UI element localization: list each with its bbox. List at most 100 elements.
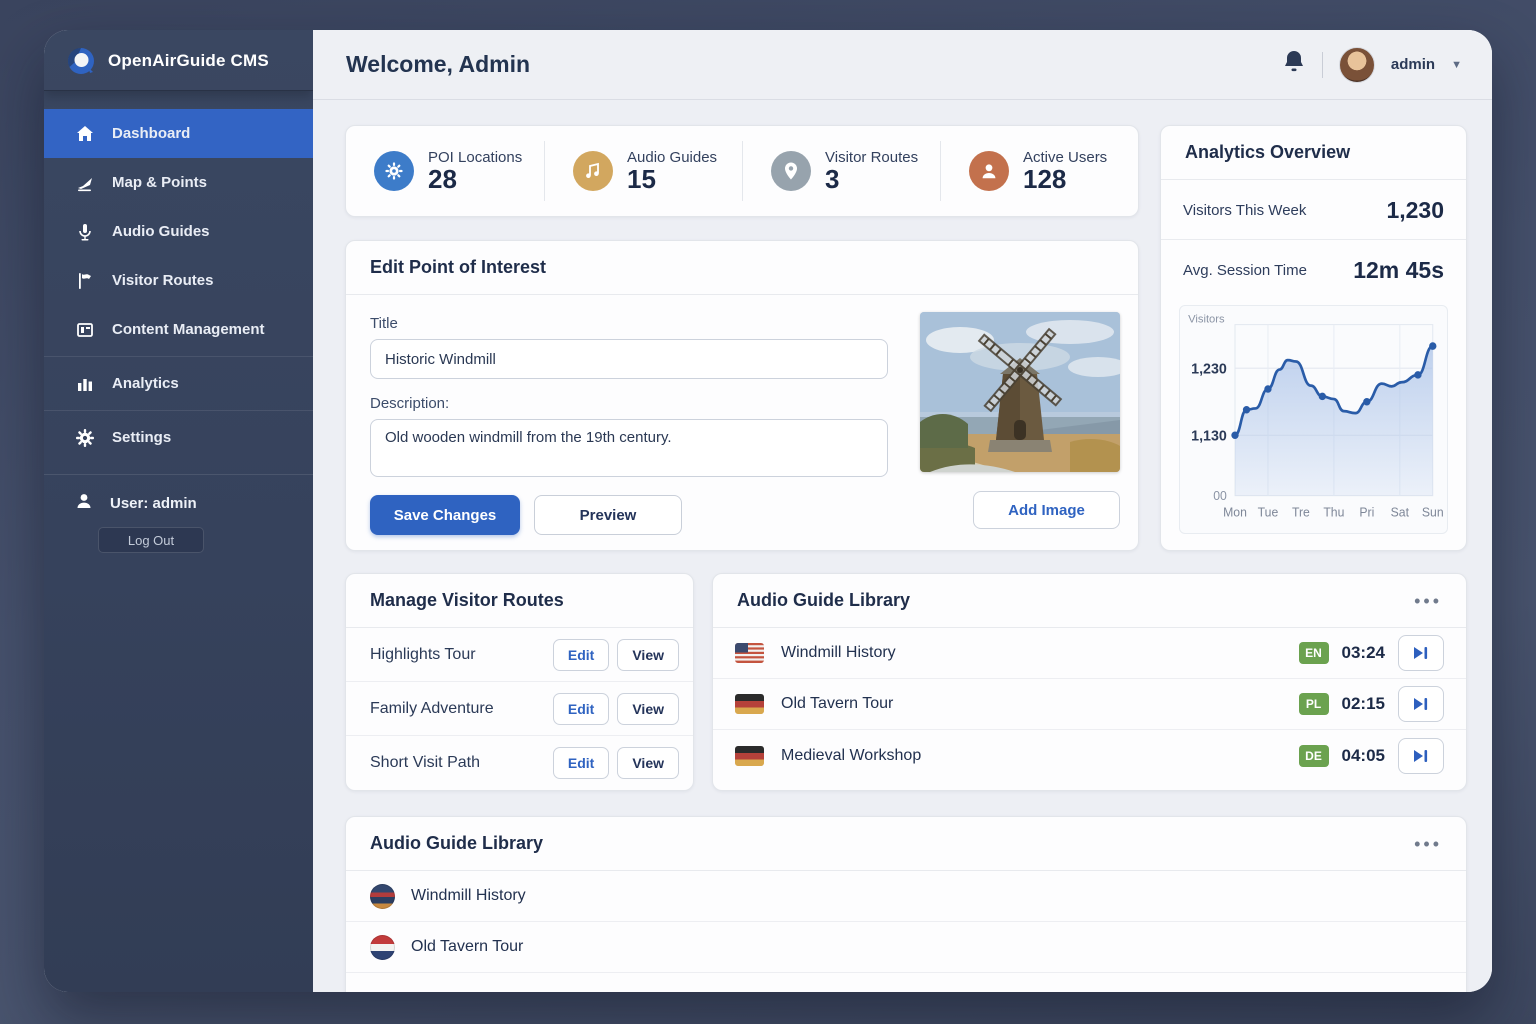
- app-window: OpenAirGuide CMS Dashboard Map & Points …: [44, 30, 1492, 992]
- chevron-down-icon[interactable]: ▼: [1451, 59, 1462, 71]
- user-icon: [969, 151, 1009, 191]
- view-button[interactable]: View: [617, 639, 679, 671]
- user-label: User: admin: [110, 495, 197, 512]
- sidebar-user-section: User: admin Log Out: [44, 474, 313, 553]
- sidebar-nav: Dashboard Map & Points Audio Guides Visi…: [44, 109, 313, 462]
- ellipsis-menu-icon[interactable]: •••: [1414, 839, 1442, 849]
- route-row: Short Visit Path Edit View: [346, 736, 693, 790]
- brand-name: OpenAirGuide CMS: [108, 51, 269, 71]
- sidebar-item-settings[interactable]: Settings: [44, 413, 313, 462]
- svg-text:Tre: Tre: [1292, 505, 1310, 519]
- metric-session-time: Avg. Session Time 12m 45s: [1161, 239, 1466, 299]
- visitors-chart: Visitors1,2301,13000MonTueTreThuPriSatSu…: [1179, 305, 1448, 534]
- sidebar-item-dashboard[interactable]: Dashboard: [44, 109, 313, 158]
- add-image-button[interactable]: Add Image: [973, 491, 1120, 529]
- bar-chart-icon: [74, 373, 96, 395]
- sidebar-item-label: Settings: [112, 429, 171, 446]
- nav-separator: [44, 410, 313, 411]
- user-icon: [74, 491, 94, 515]
- audio-library-bottom-panel: Audio Guide Library ••• Windmill History…: [345, 816, 1467, 992]
- divider: [1322, 52, 1323, 78]
- svg-text:Visitors: Visitors: [1188, 313, 1225, 325]
- home-icon: [74, 123, 96, 145]
- metric-label: Avg. Session Time: [1183, 262, 1307, 279]
- flag-route-icon: [74, 270, 96, 292]
- stat-visitor-routes: Visitor Routes 3: [742, 141, 940, 201]
- route-row: Family Adventure Edit View: [346, 682, 693, 736]
- route-name: Short Visit Path: [370, 754, 480, 772]
- panel-title: Edit Point of Interest: [370, 257, 546, 278]
- stat-audio-guides: Audio Guides 15: [544, 141, 742, 201]
- account-menu-label[interactable]: admin: [1391, 56, 1435, 73]
- brand: OpenAirGuide CMS: [44, 30, 313, 91]
- notification-bell-icon[interactable]: [1282, 49, 1306, 80]
- view-button[interactable]: View: [617, 747, 679, 779]
- language-badge: PL: [1299, 693, 1329, 715]
- sidebar-item-label: Dashboard: [112, 125, 190, 142]
- app-logo-icon: [66, 46, 96, 76]
- description-textarea[interactable]: Old wooden windmill from the 19th centur…: [370, 419, 888, 477]
- sidebar-item-content-management[interactable]: Content Management: [44, 305, 313, 354]
- audio-guide-name: Old Tavern Tour: [411, 938, 523, 956]
- audio-guide-name: Medieval Workshop: [781, 747, 921, 765]
- preview-button[interactable]: Preview: [534, 495, 682, 535]
- windmill-roundel-icon: [370, 884, 395, 909]
- analytics-panel: Analytics Overview Visitors This Week 1,…: [1160, 125, 1467, 551]
- de-flag-icon: [735, 694, 764, 714]
- nav-separator: [44, 356, 313, 357]
- play-button[interactable]: [1398, 635, 1444, 671]
- windmill-photo: [920, 312, 1120, 472]
- svg-text:Mon: Mon: [1223, 505, 1247, 519]
- edit-button[interactable]: Edit: [553, 747, 609, 779]
- avatar[interactable]: [1339, 47, 1375, 83]
- route-row: Highlights Tour Edit View: [346, 628, 693, 682]
- title-input[interactable]: [370, 339, 888, 379]
- panel-title: Audio Guide Library: [370, 833, 543, 854]
- duration: 04:05: [1342, 746, 1385, 766]
- stat-value: 128: [1023, 166, 1107, 193]
- content: POI Locations 28 Audio Guides 15: [313, 100, 1492, 992]
- svg-text:1,130: 1,130: [1191, 428, 1227, 444]
- sidebar-item-map-points[interactable]: Map & Points: [44, 158, 313, 207]
- svg-text:Sun: Sun: [1422, 505, 1444, 519]
- sidebar-item-visitor-routes[interactable]: Visitor Routes: [44, 256, 313, 305]
- stat-value: 15: [627, 166, 717, 193]
- metric-value: 1,230: [1386, 197, 1444, 224]
- panel-title: Analytics Overview: [1185, 142, 1350, 163]
- edit-button[interactable]: Edit: [553, 693, 609, 725]
- play-button[interactable]: [1398, 738, 1444, 774]
- route-name: Highlights Tour: [370, 646, 476, 664]
- play-button[interactable]: [1398, 686, 1444, 722]
- us-flag-icon: [735, 643, 764, 663]
- poi-gear-icon: [374, 151, 414, 191]
- audio-guide-row: Old Tavern Tour PL 02:15: [713, 679, 1466, 730]
- music-note-icon: [573, 151, 613, 191]
- sidebar-item-audio-guides[interactable]: Audio Guides: [44, 207, 313, 256]
- svg-text:Tue: Tue: [1258, 505, 1279, 519]
- user-row: User: admin: [74, 491, 313, 515]
- edit-poi-panel: Edit Point of Interest Title Description…: [345, 240, 1139, 551]
- metric-visitors-week: Visitors This Week 1,230: [1161, 180, 1466, 239]
- sidebar-item-label: Map & Points: [112, 174, 207, 191]
- ellipsis-menu-icon[interactable]: •••: [1414, 596, 1442, 606]
- language-badge: DE: [1299, 745, 1329, 767]
- nl-round-flag-icon: [370, 935, 395, 960]
- gear-icon: [74, 427, 96, 449]
- audio-guide-name: Windmill History: [781, 644, 896, 662]
- sidebar: OpenAirGuide CMS Dashboard Map & Points …: [44, 30, 313, 992]
- logout-button[interactable]: Log Out: [98, 527, 204, 553]
- audio-guide-row: Windmill History: [346, 871, 1466, 922]
- sidebar-item-analytics[interactable]: Analytics: [44, 359, 313, 408]
- sidebar-item-label: Audio Guides: [112, 223, 210, 240]
- stat-value: 28: [428, 166, 522, 193]
- sidebar-item-label: Content Management: [112, 321, 265, 338]
- svg-text:Sat: Sat: [1391, 505, 1410, 519]
- edit-button[interactable]: Edit: [553, 639, 609, 671]
- view-button[interactable]: View: [617, 693, 679, 725]
- stat-value: 3: [825, 166, 918, 193]
- save-changes-button[interactable]: Save Changes: [370, 495, 520, 535]
- map-pin-icon: [771, 151, 811, 191]
- map-icon: [74, 172, 96, 194]
- page-title: Welcome, Admin: [346, 51, 530, 78]
- audio-guide-row: Old Tavern Tour: [346, 922, 1466, 973]
